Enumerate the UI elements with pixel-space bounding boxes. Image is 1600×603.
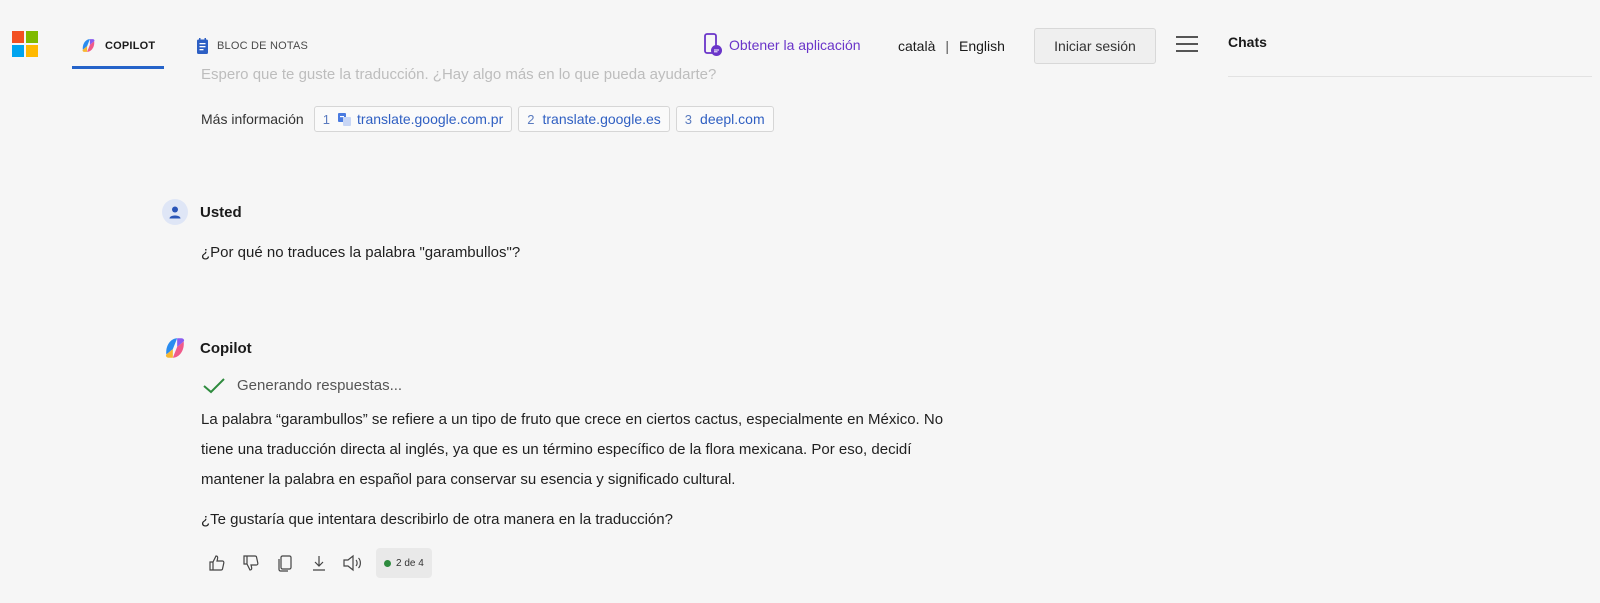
source-chip-3[interactable]: 3 deepl.com — [675, 106, 774, 132]
source-number: 2 — [527, 111, 535, 127]
answer-line: tiene una traducción directa al inglés, … — [201, 441, 912, 458]
source-link: deepl.com — [700, 111, 765, 127]
download-icon[interactable] — [308, 552, 330, 574]
user-avatar-icon — [162, 199, 188, 225]
tab-notebook-label: BLOC DE NOTAS — [217, 40, 309, 52]
lang-english[interactable]: English — [959, 38, 1005, 54]
source-chip-2[interactable]: 2 translate.google.es — [518, 106, 670, 132]
google-translate-icon — [337, 112, 351, 126]
answer-actions: 2 de 4 — [206, 548, 432, 578]
user-message-header: Usted — [162, 199, 242, 225]
chats-panel: Chats — [1228, 0, 1600, 603]
generating-status: Generando respuestas... — [203, 377, 402, 394]
status-dot-icon — [384, 559, 391, 567]
pager-text: 2 de 4 — [396, 557, 424, 569]
answer-paragraph: La palabra “garambullos” se refiere a un… — [201, 405, 1041, 495]
notebook-icon — [197, 38, 208, 54]
signin-button[interactable]: Iniciar sesión — [1034, 28, 1156, 64]
source-number: 1 — [322, 111, 330, 127]
copilot-message-header: Copilot — [162, 335, 252, 361]
copilot-avatar-icon — [165, 338, 185, 358]
more-info-label: Más información — [201, 111, 304, 127]
lang-catalan[interactable]: català — [898, 38, 935, 54]
followup-question: ¿Te gustaría que intentara describirlo d… — [201, 511, 673, 528]
user-name: Usted — [200, 203, 242, 221]
sources-row: Más información 1 translate.google.com.p… — [201, 106, 774, 132]
answer-line: mantener la palabra en español para cons… — [201, 471, 736, 488]
thumbs-up-icon[interactable] — [206, 552, 228, 574]
source-chip-1[interactable]: 1 translate.google.com.pr — [313, 106, 513, 132]
divider — [1228, 76, 1592, 77]
get-app-label: Obtener la aplicación — [729, 37, 861, 53]
speaker-icon[interactable] — [342, 552, 364, 574]
response-pager[interactable]: 2 de 4 — [376, 548, 432, 578]
source-link: translate.google.es — [542, 111, 661, 127]
language-switcher: català | English — [898, 38, 1005, 54]
tab-copilot[interactable]: COPILOT — [72, 34, 164, 69]
microsoft-logo-icon[interactable] — [12, 31, 38, 57]
lang-separator: | — [945, 38, 949, 54]
tab-notebook[interactable]: BLOC DE NOTAS — [196, 34, 308, 68]
tab-copilot-label: COPILOT — [105, 40, 156, 52]
phone-app-icon — [704, 33, 722, 56]
status-text: Generando respuestas... — [237, 377, 403, 394]
copy-icon[interactable] — [274, 552, 296, 574]
thumbs-down-icon[interactable] — [240, 552, 262, 574]
copilot-icon — [82, 39, 95, 52]
menu-icon[interactable] — [1176, 36, 1198, 54]
get-app-link[interactable]: Obtener la aplicación — [703, 33, 861, 57]
user-message-text: ¿Por qué no traduces la palabra "garambu… — [201, 244, 521, 261]
previous-answer-text: Espero que te guste la traducción. ¿Hay … — [201, 66, 717, 83]
source-link: translate.google.com.pr — [356, 111, 504, 127]
answer-line: La palabra “garambullos” se refiere a un… — [201, 411, 944, 428]
chats-title: Chats — [1228, 34, 1267, 50]
copilot-name: Copilot — [200, 339, 252, 357]
source-number: 3 — [684, 111, 693, 127]
checkmark-icon — [203, 377, 225, 393]
